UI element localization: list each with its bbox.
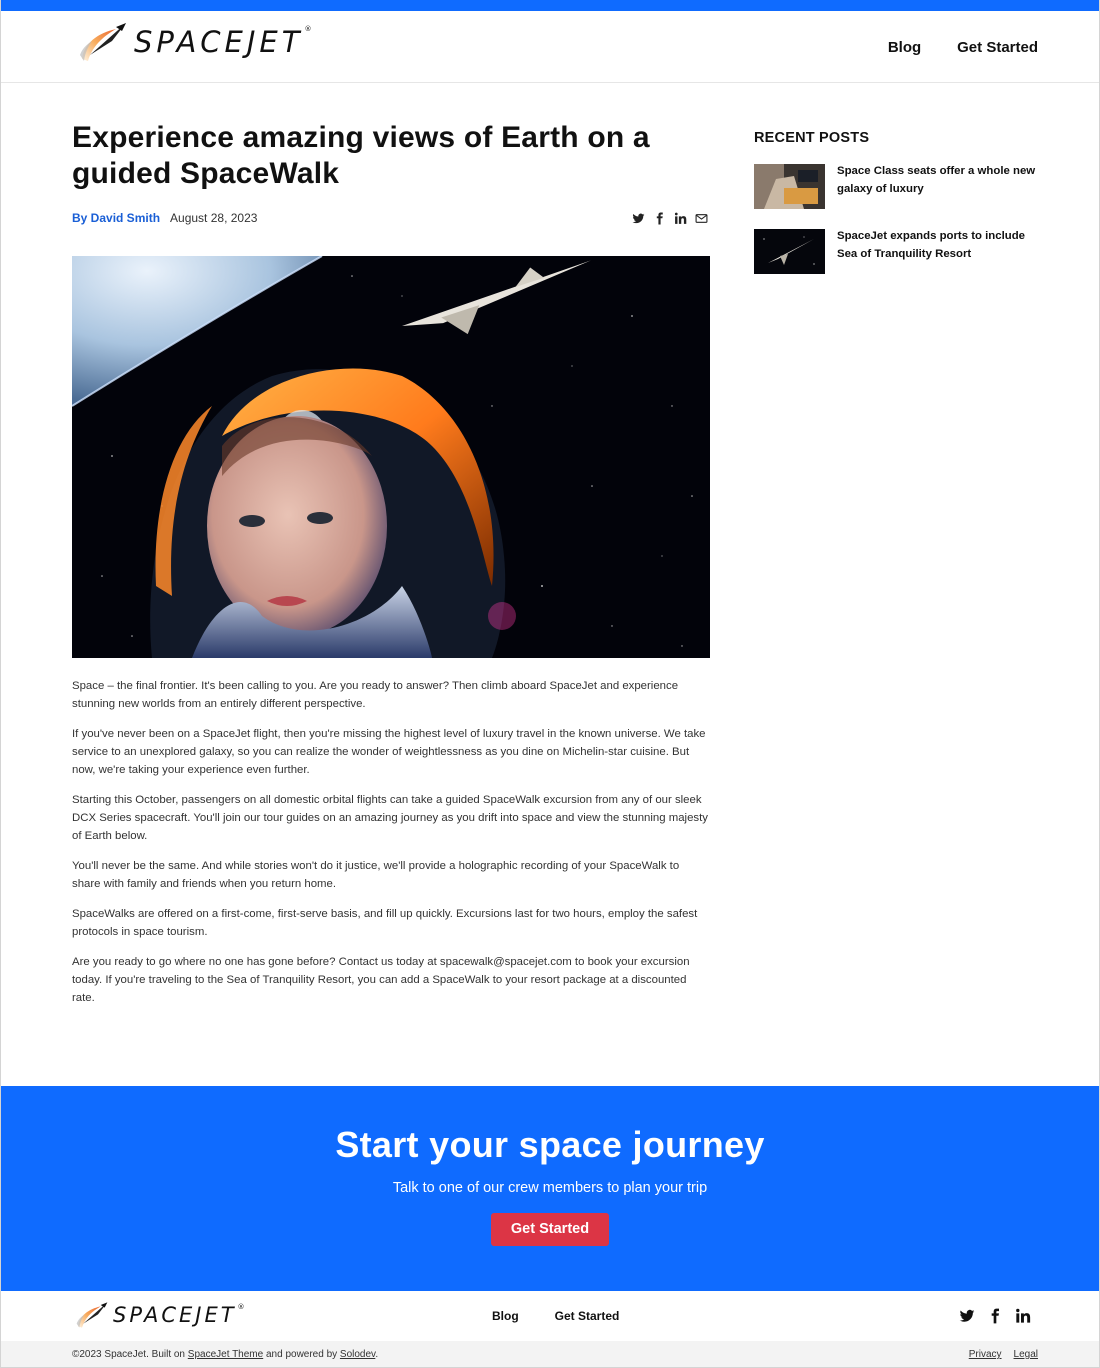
article: Experience amazing views of Earth on a g… (72, 120, 710, 1019)
footer-blog-link[interactable]: Blog (492, 1309, 519, 1323)
brand-name: SPACEJET® (134, 25, 316, 59)
recent-post-item[interactable]: Space Class seats offer a whole new gala… (754, 164, 1044, 209)
facebook-icon[interactable] (653, 212, 666, 225)
cta-heading: Start your space journey (335, 1124, 765, 1165)
cta-section: Start your space journey Talk to one of … (1, 1086, 1099, 1291)
theme-link[interactable]: SpaceJet Theme (188, 1349, 263, 1360)
article-paragraph: If you've never been on a SpaceJet fligh… (72, 728, 706, 776)
share-icons (632, 212, 710, 225)
article-paragraph: SpaceWalks are offered on a first-come, … (72, 908, 698, 938)
article-paragraph: You'll never be the same. And while stor… (72, 860, 680, 890)
site-logo[interactable]: SPACEJET® (76, 19, 315, 65)
recent-post-title[interactable]: SpaceJet expands ports to include Sea of… (837, 227, 1044, 274)
cta-subheading: Talk to one of our crew members to plan … (392, 1180, 708, 1196)
rocket-logo-icon (80, 23, 126, 61)
footer-get-started-link[interactable]: Get Started (555, 1309, 620, 1323)
recent-posts-sidebar: RECENT POSTS Space Class seats offer a w… (754, 130, 1044, 274)
recent-posts-heading: RECENT POSTS (754, 130, 870, 146)
post-thumbnail-jet[interactable] (754, 229, 825, 274)
article-meta: By David Smith August 28, 2023 (72, 210, 710, 226)
hero-image-astronaut (72, 256, 710, 658)
rocket-logo-icon (76, 1302, 108, 1328)
facebook-icon[interactable] (987, 1308, 1003, 1324)
article-paragraph: Space – the final frontier. It's been ca… (72, 680, 679, 710)
footer-bottom-bar: ©2023 SpaceJet. Built on SpaceJet Theme … (1, 1341, 1099, 1367)
footer-logo[interactable]: SPACEJET® (74, 1299, 248, 1331)
footer-nav: Blog Get Started (492, 1309, 619, 1323)
author-link[interactable]: By David Smith (72, 211, 160, 225)
article-paragraph: Starting this October, passengers on all… (72, 794, 708, 842)
post-thumbnail-cabin[interactable] (754, 164, 825, 209)
twitter-icon[interactable] (959, 1308, 975, 1324)
article-body: Space – the final frontier. It's been ca… (72, 677, 710, 1007)
cta-get-started-button[interactable]: Get Started (491, 1213, 609, 1246)
legal-link[interactable]: Legal (1014, 1349, 1038, 1360)
recent-post-item[interactable]: SpaceJet expands ports to include Sea of… (754, 229, 1044, 274)
site-header: SPACEJET® Blog Get Started (0, 11, 1100, 83)
article-title: Experience amazing views of Earth on a g… (72, 121, 650, 190)
footer-social-icons (959, 1308, 1031, 1324)
linkedin-icon[interactable] (674, 212, 687, 225)
copyright-text: ©2023 SpaceJet. Built on SpaceJet Theme … (72, 1349, 379, 1360)
recent-post-title[interactable]: Space Class seats offer a whole new gala… (837, 162, 1044, 209)
nav-get-started-link[interactable]: Get Started (957, 39, 1038, 56)
footer-brand-name: SPACEJET® (113, 1303, 248, 1327)
site-footer: SPACEJET® Blog Get Started (1, 1291, 1099, 1341)
privacy-link[interactable]: Privacy (969, 1349, 1002, 1360)
solodev-link[interactable]: Solodev (340, 1349, 375, 1360)
email-icon[interactable] (695, 212, 708, 225)
article-date: August 28, 2023 (170, 211, 258, 225)
main-nav: Blog Get Started (888, 39, 1038, 56)
linkedin-icon[interactable] (1015, 1308, 1031, 1324)
legal-links: Privacy Legal (969, 1349, 1038, 1360)
twitter-icon[interactable] (632, 212, 645, 225)
article-paragraph: Are you ready to go where no one has gon… (72, 956, 690, 1004)
top-accent-bar (0, 0, 1100, 11)
nav-blog-link[interactable]: Blog (888, 39, 921, 56)
